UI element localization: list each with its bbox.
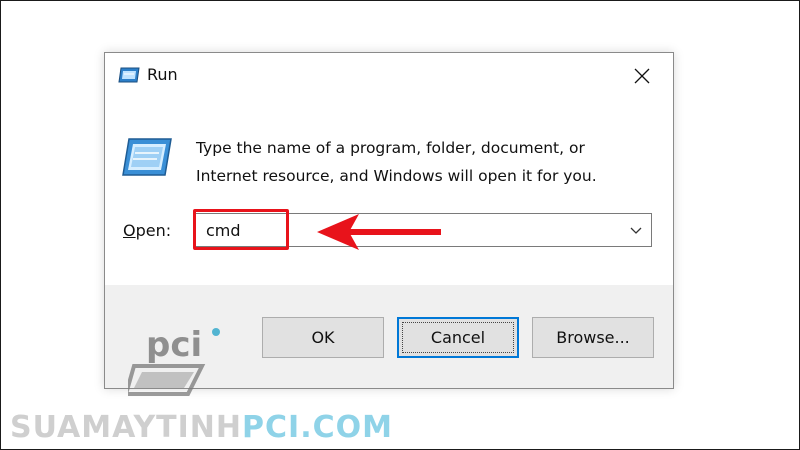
pci-logo-watermark: pci [128,325,220,396]
run-description: Type the name of a program, folder, docu… [196,134,656,190]
browse-button[interactable]: Browse... [532,317,654,358]
dialog-title: Run [147,65,178,84]
close-button[interactable] [625,63,659,89]
open-label-hotkey: O [123,221,136,240]
open-label: Open: [123,221,171,240]
title-bar: Run [105,53,673,99]
watermark-text-part1: SUAMAYTINH [10,410,243,445]
description-line-2: Internet resource, and Windows will open… [196,167,597,185]
description-line-1: Type the name of a program, folder, docu… [196,139,585,157]
ok-button[interactable]: OK [262,317,384,358]
arrow-left-annotation-icon [317,214,441,250]
watermark-text-part2: PCI.COM [242,410,393,445]
run-app-icon [118,67,140,83]
open-label-rest: pen: [135,221,172,240]
browse-button-label: Browse... [556,328,630,347]
pci-logo-text: pci [146,325,202,365]
site-watermark: SUAMAYTINHPCI.COM [10,410,393,445]
run-content-icon [122,138,172,176]
cancel-button[interactable]: Cancel [397,317,519,358]
close-icon [634,68,650,84]
annotation-highlight-box [193,209,289,250]
focus-rectangle [402,322,514,353]
ok-button-label: OK [311,328,335,347]
chevron-down-icon[interactable] [629,224,643,238]
